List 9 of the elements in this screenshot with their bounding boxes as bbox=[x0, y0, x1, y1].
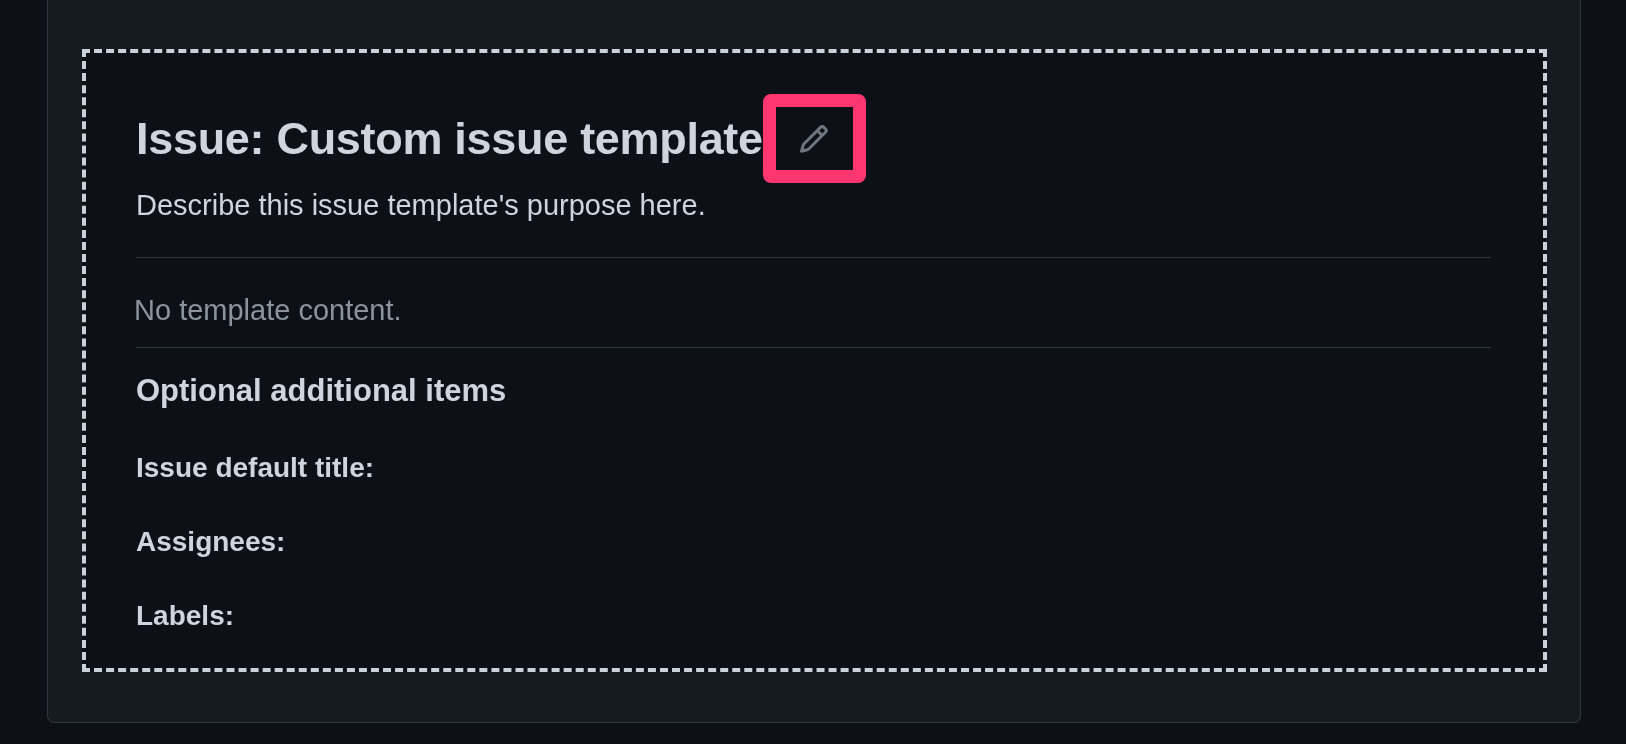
field-label: Assignees: bbox=[136, 525, 287, 559]
empty-content-message: No template content. bbox=[134, 293, 403, 328]
field-label: Labels: bbox=[136, 599, 236, 633]
pencil-icon bbox=[800, 124, 829, 153]
template-description: Describe this issue template's purpose here. bbox=[136, 188, 707, 223]
template-title: Issue: Custom issue template bbox=[136, 112, 763, 165]
edit-button[interactable] bbox=[762, 94, 866, 183]
field-label: Issue default title: bbox=[136, 451, 376, 485]
section-heading: Optional additional items bbox=[136, 372, 508, 409]
